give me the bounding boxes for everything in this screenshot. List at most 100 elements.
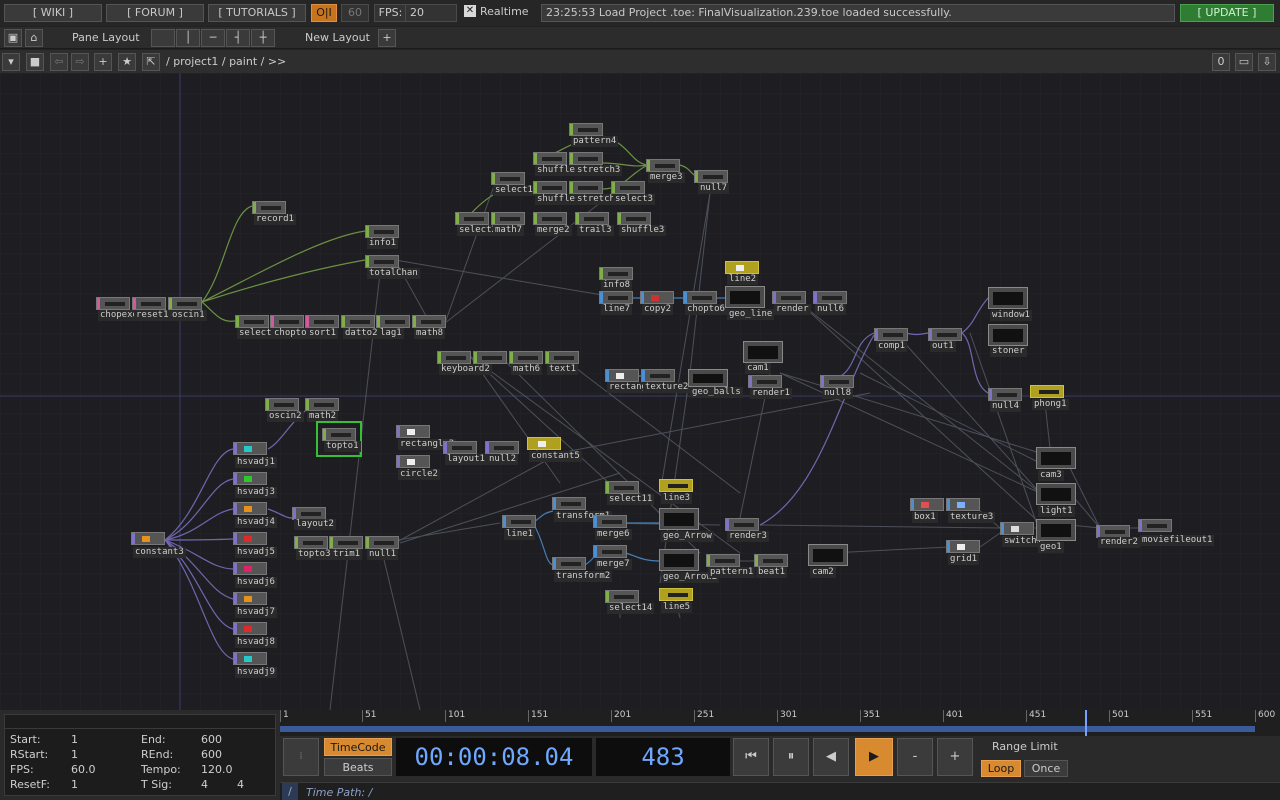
- node-constant5[interactable]: [527, 437, 561, 450]
- node-math8[interactable]: [412, 315, 446, 328]
- tempo-value[interactable]: 120.0: [201, 763, 233, 776]
- node-out1[interactable]: [928, 328, 962, 341]
- node-rectangle2[interactable]: [396, 425, 430, 438]
- node-circle2[interactable]: [396, 455, 430, 468]
- node-rectangle1[interactable]: [605, 369, 639, 382]
- power-toggle-button[interactable]: O|I: [311, 4, 337, 22]
- node-reset1[interactable]: [132, 297, 166, 310]
- node-constant3[interactable]: [131, 532, 165, 545]
- timeline-ruler[interactable]: 1 51 101 151 201 251 301 351 401 451 501…: [280, 710, 1280, 736]
- node-geo1[interactable]: [1036, 519, 1076, 541]
- download-icon[interactable]: ⇩: [1258, 53, 1276, 71]
- node-merge3[interactable]: [646, 159, 680, 172]
- stop-icon[interactable]: ■: [26, 53, 44, 71]
- node-render3[interactable]: [725, 518, 759, 531]
- timeline-grip-icon[interactable]: ⁞: [283, 738, 319, 776]
- frame-display[interactable]: 483: [596, 738, 730, 776]
- node-box1[interactable]: [910, 498, 944, 511]
- layout-single-icon[interactable]: [151, 29, 175, 47]
- node-line3[interactable]: [659, 479, 693, 492]
- node-window1[interactable]: [988, 287, 1028, 309]
- node-topto3[interactable]: [294, 536, 328, 549]
- node-totalchan[interactable]: [365, 255, 399, 268]
- play-forward-icon[interactable]: ▶: [855, 738, 893, 776]
- network-editor[interactable]: record1 info1 totalChan chopexec reset1 …: [0, 73, 1280, 710]
- play-backward-icon[interactable]: ◀: [813, 738, 849, 776]
- node-info1[interactable]: [365, 225, 399, 238]
- node-null1[interactable]: [365, 536, 399, 549]
- node-pattern1[interactable]: [706, 554, 740, 567]
- node-transform1[interactable]: [552, 497, 586, 510]
- update-button[interactable]: [ UPDATE ]: [1180, 4, 1274, 22]
- end-value[interactable]: 600: [201, 733, 222, 746]
- node-chopto6[interactable]: [683, 291, 717, 304]
- tsig-numerator[interactable]: 4: [201, 778, 208, 791]
- node-chopto2[interactable]: [270, 315, 304, 328]
- node-null6[interactable]: [813, 291, 847, 304]
- layout-split-v-icon[interactable]: │: [176, 29, 200, 47]
- node-math2[interactable]: [305, 398, 339, 411]
- node-hsvadj4[interactable]: [233, 502, 267, 515]
- node-layout1[interactable]: [443, 441, 477, 454]
- beats-toggle[interactable]: Beats: [324, 758, 392, 776]
- node-hsvadj1[interactable]: [233, 442, 267, 455]
- node-select1[interactable]: [491, 172, 525, 185]
- node-null8[interactable]: [820, 375, 854, 388]
- node-moviefileout1[interactable]: [1138, 519, 1172, 532]
- node-keyboard-b[interactable]: [473, 351, 507, 364]
- realtime-checkbox[interactable]: ✕: [464, 5, 476, 17]
- fps-cap-field[interactable]: 60: [341, 4, 369, 22]
- forward-arrow-icon[interactable]: ⇨: [71, 53, 89, 71]
- node-pattern4[interactable]: [569, 123, 603, 136]
- node-render[interactable]: [772, 291, 806, 304]
- node-geo-arrow[interactable]: [659, 508, 699, 530]
- node-shuffle3[interactable]: [617, 212, 651, 225]
- node-cam2[interactable]: [808, 544, 848, 566]
- node-shuffle4[interactable]: [533, 152, 567, 165]
- forum-button[interactable]: [ FORUM ]: [106, 4, 204, 22]
- node-hsvadj7[interactable]: [233, 592, 267, 605]
- node-select5[interactable]: [235, 315, 269, 328]
- timecode-display[interactable]: 00:00:08.04: [396, 738, 592, 776]
- node-merge2[interactable]: [533, 212, 567, 225]
- new-layout-button[interactable]: +: [378, 29, 396, 47]
- rstart-value[interactable]: 1: [71, 748, 78, 761]
- wiki-button[interactable]: [ WIKI ]: [4, 4, 102, 22]
- tutorials-button[interactable]: [ TUTORIALS ]: [208, 4, 306, 22]
- node-transform2[interactable]: [552, 557, 586, 570]
- node-beat1[interactable]: [754, 554, 788, 567]
- node-merge6[interactable]: [593, 515, 627, 528]
- node-line7[interactable]: [599, 291, 633, 304]
- time-path-root[interactable]: /: [282, 783, 298, 800]
- node-hsvadj9[interactable]: [233, 652, 267, 665]
- node-trim1[interactable]: [329, 536, 363, 549]
- node-lag1[interactable]: [376, 315, 410, 328]
- node-line1[interactable]: [502, 515, 536, 528]
- layout-three-icon[interactable]: ┤: [226, 29, 250, 47]
- timecode-toggle[interactable]: TimeCode: [324, 738, 392, 756]
- node-null2[interactable]: [485, 441, 519, 454]
- node-line5[interactable]: [659, 588, 693, 601]
- node-geo-arrow2[interactable]: [659, 549, 699, 571]
- menu-down-icon[interactable]: ▾: [2, 53, 20, 71]
- node-texture2[interactable]: [641, 369, 675, 382]
- back-arrow-icon[interactable]: ⇦: [50, 53, 68, 71]
- node-cam3[interactable]: [1036, 447, 1076, 469]
- home-icon[interactable]: ⌂: [25, 29, 43, 47]
- network-path[interactable]: / project1 / paint / >>: [166, 55, 286, 68]
- node-copy2[interactable]: [640, 291, 674, 304]
- node-grid1[interactable]: [946, 540, 980, 553]
- star-icon[interactable]: ★: [118, 53, 136, 71]
- tsig-denominator[interactable]: 4: [237, 778, 244, 791]
- node-geo-line[interactable]: [725, 286, 765, 308]
- node-oscin1[interactable]: [168, 297, 202, 310]
- node-null7[interactable]: [694, 170, 728, 183]
- add-icon[interactable]: +: [94, 53, 112, 71]
- node-hsvadj5[interactable]: [233, 532, 267, 545]
- once-toggle[interactable]: Once: [1024, 760, 1068, 777]
- step-back-button[interactable]: -: [897, 738, 933, 776]
- pause-icon[interactable]: ⏸: [773, 738, 809, 776]
- node-select14[interactable]: [605, 590, 639, 603]
- node-light1[interactable]: [1036, 483, 1076, 505]
- node-select11[interactable]: [605, 481, 639, 494]
